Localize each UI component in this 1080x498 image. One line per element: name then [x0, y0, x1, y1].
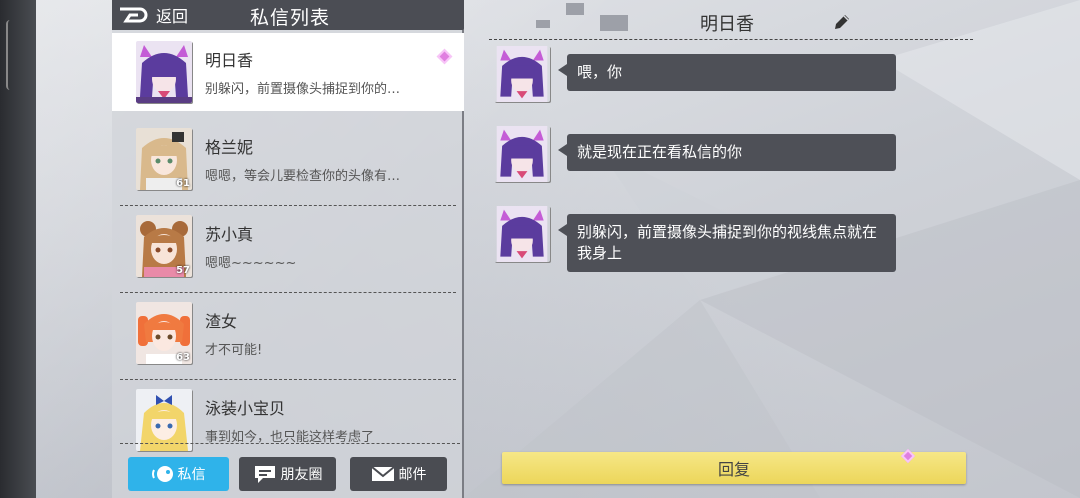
- bottom-tab-bar: 私信 朋友圈 邮件: [120, 443, 460, 493]
- avatar: [494, 126, 550, 182]
- message-preview: 别躲闪，前置摄像头捕捉到你的…: [205, 82, 401, 97]
- decoration: [566, 3, 584, 15]
- contact-name: 明日香: [205, 51, 254, 70]
- back-arrow-icon: [120, 7, 148, 23]
- avatar: 57: [136, 215, 192, 277]
- level-badge: 63: [176, 352, 190, 363]
- conversation-list: 明日香 别躲闪，前置摄像头捕捉到你的… 61 格兰妮 嗯嗯，等会儿要检查你的头像…: [112, 33, 464, 468]
- tab-label: 朋友圈: [280, 467, 323, 483]
- message-bubble: 喂，你: [558, 54, 896, 91]
- conversation-item[interactable]: 61 格兰妮 嗯嗯，等会儿要检查你的头像有…: [112, 120, 464, 206]
- tab-private-messages[interactable]: 私信: [128, 457, 229, 491]
- message-preview: 嗯嗯~~~~~~: [205, 256, 297, 271]
- tab-moments[interactable]: 朋友圈: [239, 457, 336, 491]
- device-edge: [0, 0, 36, 498]
- speech-bubble-icon: [254, 466, 275, 483]
- back-button[interactable]: 返回: [118, 4, 188, 26]
- page-title: 私信列表: [250, 7, 331, 29]
- back-label: 返回: [156, 7, 189, 26]
- conversation-item[interactable]: 泳装小宝贝 事到如今，也只能这样考虑了: [112, 381, 464, 465]
- reply-button[interactable]: 回复: [502, 452, 966, 484]
- tab-label: 私信: [177, 467, 206, 483]
- decoration: [536, 20, 550, 28]
- avatar: [494, 206, 550, 262]
- avatar: [494, 46, 550, 102]
- avatar: 61: [136, 128, 192, 190]
- tab-label: 邮件: [398, 467, 427, 483]
- message-preview: 才不可能!: [205, 343, 263, 358]
- message-preview: 嗯嗯，等会儿要检查你的头像有…: [205, 169, 401, 184]
- avatar: 63: [136, 302, 192, 364]
- contact-name: 渣女: [205, 312, 238, 331]
- message-bubble: 就是现在正在看私信的你: [558, 134, 896, 171]
- conversation-item[interactable]: 57 苏小真 嗯嗯~~~~~~: [112, 207, 464, 293]
- level-badge: 57: [176, 265, 190, 276]
- envelope-icon: [370, 466, 395, 481]
- decoration: [600, 15, 628, 31]
- chat-bubble-icon: [151, 466, 173, 482]
- edit-pencil-icon[interactable]: [832, 12, 852, 32]
- conversation-item[interactable]: 明日香 别躲闪，前置摄像头捕捉到你的…: [112, 33, 464, 111]
- tab-mail[interactable]: 邮件: [350, 457, 447, 491]
- contact-name: 泳装小宝贝: [205, 399, 286, 418]
- chat-divider: [489, 39, 973, 40]
- avatar: [136, 389, 192, 451]
- contact-name: 格兰妮: [205, 138, 254, 157]
- chat-contact-title: 明日香: [700, 14, 754, 35]
- level-badge: 61: [176, 178, 190, 189]
- avatar: [136, 41, 192, 103]
- reply-label: 回复: [717, 460, 750, 479]
- conversation-item[interactable]: 63 渣女 才不可能!: [112, 294, 464, 380]
- contact-name: 苏小真: [205, 225, 254, 244]
- message-bubble: 别躲闪，前置摄像头捕捉到你的视线焦点就在我身上: [558, 214, 896, 272]
- unread-diamond-icon: [436, 48, 453, 65]
